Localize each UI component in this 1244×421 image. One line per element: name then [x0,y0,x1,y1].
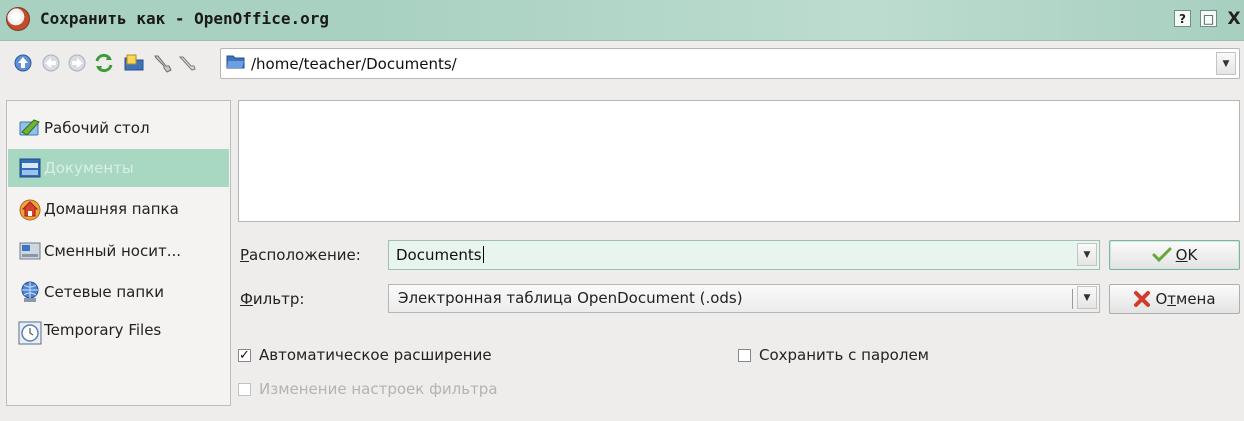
network-folder-icon [21,281,39,302]
openoffice-app-icon[interactable] [6,7,30,31]
password-option[interactable]: Сохранить с паролем [738,346,929,364]
ok-button[interactable]: OK [1109,240,1240,270]
path-text: /home/teacher/Documents/ [251,55,457,73]
navigation-toolbar: /home/teacher/Documents/ ▼ [0,44,1244,82]
filter-options-option: Изменение настроек фильтра [238,380,498,398]
checkmark-icon [1152,247,1172,263]
filter-options-label: Изменение настроек фильтра [259,380,498,398]
cancel-label: Отмена [1155,290,1216,308]
filter-options-checkbox [238,382,251,396]
text-caret [482,246,484,263]
window-title: Сохранить как - OpenOffice.org [40,9,329,28]
maximize-button[interactable]: □ [1200,10,1217,27]
location-label: Расположение: [240,246,361,264]
new-folder-icon[interactable] [123,52,145,74]
reload-icon[interactable] [93,52,115,74]
folder-icon [226,55,245,69]
filter-combobox[interactable]: Электронная таблица OpenDocument (.ods) [388,284,1100,313]
up-icon[interactable] [12,52,34,74]
auto-extension-checkbox[interactable]: ✓ [238,348,251,362]
filter-separator [1072,289,1073,309]
removable-media-icon [19,242,41,260]
sidebar-item-removable-media[interactable]: Сменный носит... [8,232,229,270]
back-icon[interactable] [40,52,62,74]
temp-folder-icon [18,321,42,345]
location-dropdown-arrow-icon[interactable]: ▼ [1077,243,1097,266]
location-value: Documents [396,246,482,264]
auto-extension-label: Автоматическое расширение [259,346,492,364]
documents-icon [19,158,41,178]
password-label: Сохранить с паролем [759,346,929,364]
configure-menu-chevron-icon[interactable] [176,52,198,74]
filter-dropdown-arrow-icon[interactable]: ▼ [1077,286,1097,309]
title-bar[interactable]: Сохранить как - OpenOffice.org ? □ X [0,0,1244,41]
desktop-icon [19,119,40,136]
filter-label: Фильтр: [240,290,305,308]
sidebar-item-network-folders[interactable]: Сетевые папки [8,273,229,311]
sidebar-item-temporary-files[interactable]: Temporary Files [8,315,229,355]
forward-icon[interactable] [66,52,88,74]
ok-label: OK [1175,246,1198,264]
sidebar-item-desktop[interactable]: Рабочий стол [8,109,229,147]
auto-extension-option[interactable]: ✓ Автоматическое расширение [238,346,492,364]
location-input[interactable]: Documents [388,240,1100,270]
help-button[interactable]: ? [1174,10,1191,27]
places-sidebar: Рабочий стол Документы Домашняя папка См… [6,100,231,406]
home-icon [19,199,41,221]
sidebar-item-documents[interactable]: Документы [8,149,229,187]
password-checkbox[interactable] [738,348,751,362]
path-combobox[interactable]: /home/teacher/Documents/ ▼ [220,48,1240,79]
close-button[interactable]: X [1226,9,1242,29]
cancel-x-icon [1134,291,1151,307]
configure-icon[interactable] [151,52,173,74]
sidebar-item-home[interactable]: Домашняя папка [8,190,229,228]
filter-value: Электронная таблица OpenDocument (.ods) [398,289,743,307]
cancel-button[interactable]: Отмена [1109,284,1240,314]
file-list-view[interactable] [238,100,1240,222]
path-dropdown-arrow-icon[interactable]: ▼ [1216,52,1236,75]
